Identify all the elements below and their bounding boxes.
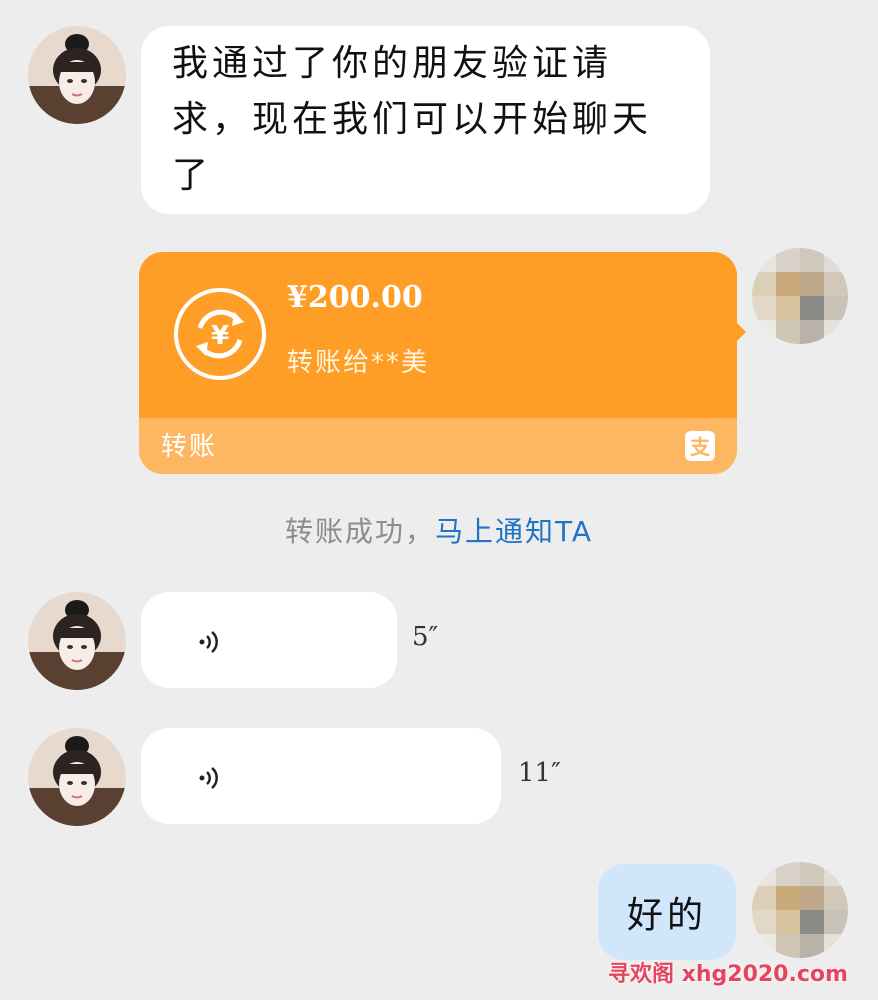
contact-avatar[interactable]	[28, 592, 126, 690]
alipay-icon: 支	[685, 431, 715, 461]
voice-wave-icon	[199, 767, 218, 789]
watermark: 寻欢阁 xhg2020.com	[608, 962, 848, 987]
svg-text:¥: ¥	[211, 321, 229, 351]
transfer-recipient: 转账给**美	[287, 348, 430, 378]
transfer-card-tail	[736, 322, 746, 342]
transfer-card[interactable]: ¥ ¥200.00 转账给**美 转账 支	[139, 252, 737, 474]
system-notice-text: 转账成功，	[284, 515, 435, 548]
contact-avatar[interactable]	[28, 728, 126, 826]
transfer-card-footer	[139, 418, 737, 474]
voice-duration: 5″	[412, 622, 439, 652]
transfer-label: 转账	[161, 432, 218, 462]
self-avatar[interactable]	[752, 248, 848, 344]
svg-text:支: 支	[690, 435, 711, 459]
voice-message-bubble[interactable]	[141, 592, 397, 688]
self-avatar[interactable]	[752, 862, 848, 958]
notify-link[interactable]: 马上通知TA	[435, 515, 593, 548]
currency-exchange-icon: ¥	[174, 288, 266, 380]
system-notice: 转账成功，马上通知TA	[0, 510, 878, 550]
voice-wave-icon	[199, 631, 218, 653]
contact-avatar[interactable]	[28, 26, 126, 124]
text-message: 我通过了你的朋友验证请求，现在我们可以开始聊天了	[172, 43, 653, 196]
voice-duration: 11″	[518, 758, 561, 788]
reply-text: 好的	[626, 895, 707, 936]
reply-bubble[interactable]: 好的	[598, 864, 736, 960]
voice-message-bubble[interactable]	[141, 728, 501, 824]
transfer-amount: ¥200.00	[287, 280, 423, 315]
